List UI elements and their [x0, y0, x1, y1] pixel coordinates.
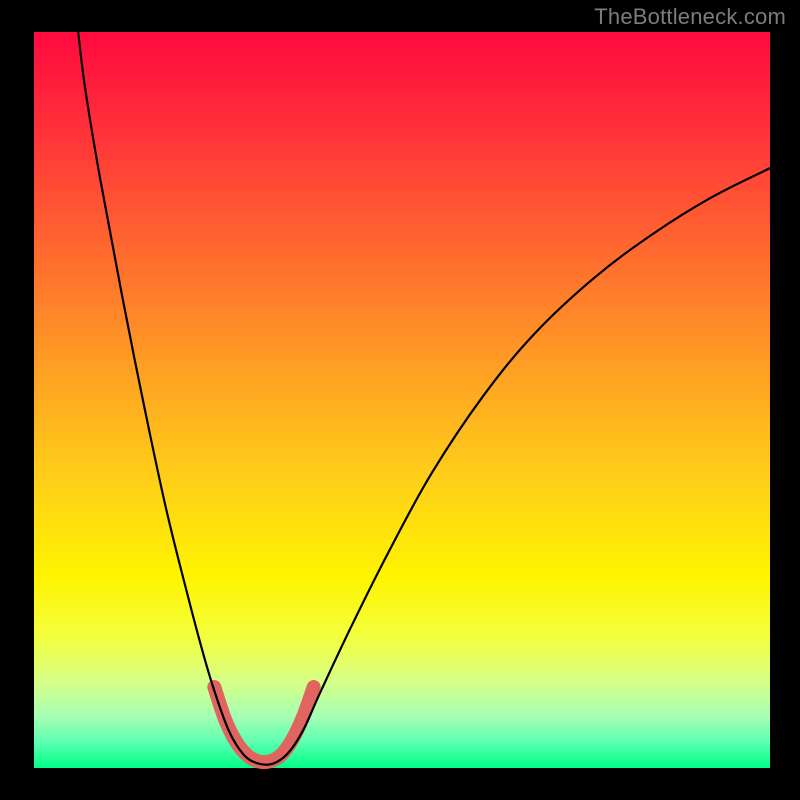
- plot-background: [34, 32, 770, 768]
- watermark-text: TheBottleneck.com: [594, 4, 786, 30]
- bottleneck-chart: [0, 0, 800, 800]
- chart-frame: TheBottleneck.com: [0, 0, 800, 800]
